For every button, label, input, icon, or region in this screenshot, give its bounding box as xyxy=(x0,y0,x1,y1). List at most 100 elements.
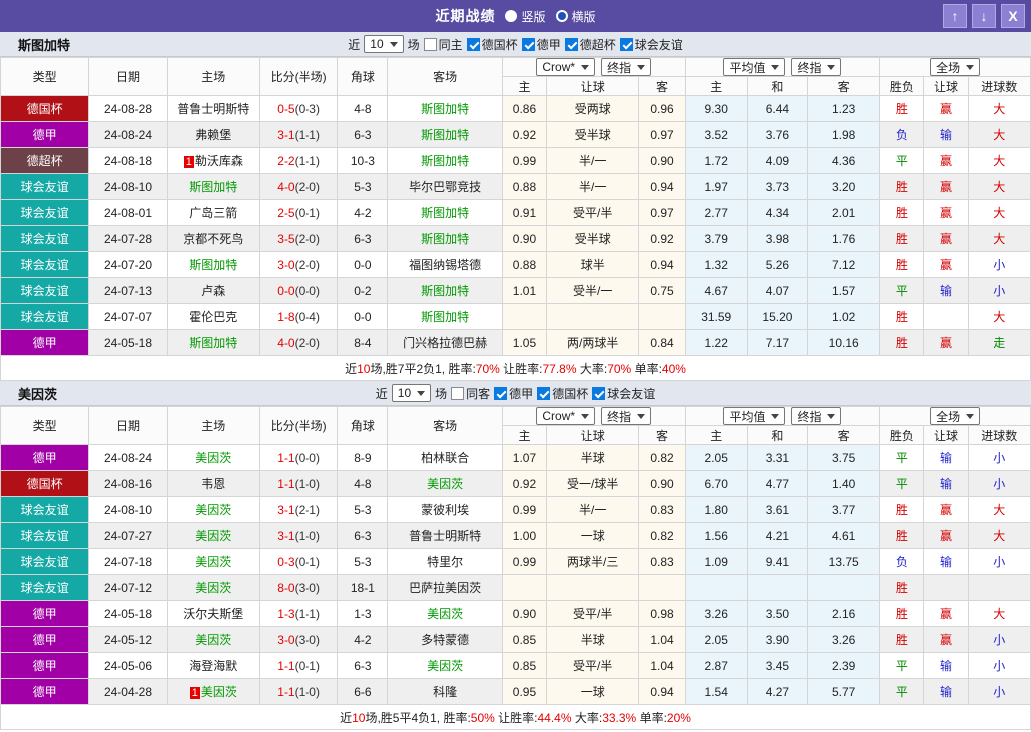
league-filter-checkbox[interactable]: 德超杯 xyxy=(565,36,616,53)
home-team[interactable]: 美因茨 xyxy=(167,627,259,653)
league-filter-checkbox[interactable]: 球会友谊 xyxy=(592,385,655,402)
away-team[interactable]: 斯图加特 xyxy=(388,148,502,174)
avg-time-select[interactable]: 终指 xyxy=(791,58,841,76)
match-row[interactable]: 德甲 24-05-06 海登海默 1-1(0-1) 6-3 美因茨 0.85 受… xyxy=(1,653,1031,679)
away-team[interactable]: 多特蒙德 xyxy=(388,627,502,653)
league-filter-checkbox[interactable]: 德甲 xyxy=(494,385,533,402)
same-venue-checkbox[interactable]: 同客 xyxy=(451,385,490,402)
match-row[interactable]: 球会友谊 24-07-28 京都不死鸟 3-5(2-0) 6-3 斯图加特 0.… xyxy=(1,226,1031,252)
home-team[interactable]: 美因茨 xyxy=(167,523,259,549)
scope-select[interactable]: 全场 xyxy=(930,407,980,425)
away-team[interactable]: 美因茨 xyxy=(388,653,502,679)
match-row[interactable]: 球会友谊 24-07-27 美因茨 3-1(1-0) 6-3 普鲁士明斯特 1.… xyxy=(1,523,1031,549)
odds-time-select[interactable]: 终指 xyxy=(601,407,651,425)
team-name: 美因茨 xyxy=(18,384,57,403)
league-filter-checkbox[interactable]: 球会友谊 xyxy=(620,36,683,53)
match-row[interactable]: 德甲 24-08-24 美因茨 1-1(0-0) 8-9 柏林联合 1.07 半… xyxy=(1,445,1031,471)
away-team[interactable]: 福图纳锡塔德 xyxy=(388,252,502,278)
match-row[interactable]: 德甲 24-04-28 1美因茨 1-1(1-0) 6-6 科隆 0.95 一球… xyxy=(1,679,1031,705)
move-up-button[interactable]: ↑ xyxy=(943,4,967,28)
away-team[interactable]: 巴萨拉美因茨 xyxy=(388,575,502,601)
home-team[interactable]: 弗赖堡 xyxy=(167,122,259,148)
away-team[interactable]: 斯图加特 xyxy=(388,226,502,252)
checkbox-icon[interactable] xyxy=(494,387,507,400)
home-team[interactable]: 美因茨 xyxy=(167,445,259,471)
odds-time-select[interactable]: 终指 xyxy=(601,58,651,76)
avg-time-select[interactable]: 终指 xyxy=(791,407,841,425)
away-team[interactable]: 斯图加特 xyxy=(388,200,502,226)
match-row[interactable]: 球会友谊 24-08-10 美因茨 3-1(2-1) 5-3 蒙彼利埃 0.99… xyxy=(1,497,1031,523)
average-select[interactable]: 平均值 xyxy=(723,58,785,76)
average-select[interactable]: 平均值 xyxy=(723,407,785,425)
checkbox-icon[interactable] xyxy=(537,387,550,400)
match-row[interactable]: 德甲 24-08-24 弗赖堡 3-1(1-1) 6-3 斯图加特 0.92 受… xyxy=(1,122,1031,148)
layout-radio-horizontal[interactable]: 横版 xyxy=(556,8,596,25)
corner-cell: 0-0 xyxy=(338,252,388,278)
odds-source-select[interactable]: Crow* xyxy=(536,58,595,76)
home-team[interactable]: 斯图加特 xyxy=(167,330,259,356)
away-team[interactable]: 门兴格拉德巴赫 xyxy=(388,330,502,356)
match-row[interactable]: 德国杯 24-08-16 韦恩 1-1(1-0) 4-8 美因茨 0.92 受一… xyxy=(1,471,1031,497)
home-team[interactable]: 美因茨 xyxy=(167,497,259,523)
checkbox-icon[interactable] xyxy=(592,387,605,400)
radio-icon[interactable] xyxy=(556,10,568,22)
match-row[interactable]: 德甲 24-05-12 美因茨 3-0(3-0) 4-2 多特蒙德 0.85 半… xyxy=(1,627,1031,653)
odds-away xyxy=(639,575,685,601)
match-row[interactable]: 球会友谊 24-07-20 斯图加特 3-0(2-0) 0-0 福图纳锡塔德 0… xyxy=(1,252,1031,278)
home-team[interactable]: 普鲁士明斯特 xyxy=(167,96,259,122)
away-team[interactable]: 美因茨 xyxy=(388,471,502,497)
league-filter-checkbox[interactable]: 德国杯 xyxy=(467,36,518,53)
match-row[interactable]: 球会友谊 24-07-07 霍伦巴克 1-8(0-4) 0-0 斯图加特 31.… xyxy=(1,304,1031,330)
away-team[interactable]: 柏林联合 xyxy=(388,445,502,471)
home-team[interactable]: 韦恩 xyxy=(167,471,259,497)
away-team[interactable]: 毕尔巴鄂竞技 xyxy=(388,174,502,200)
home-team[interactable]: 斯图加特 xyxy=(167,252,259,278)
home-team[interactable]: 卢森 xyxy=(167,278,259,304)
away-team[interactable]: 斯图加特 xyxy=(388,96,502,122)
home-team[interactable]: 霍伦巴克 xyxy=(167,304,259,330)
home-team[interactable]: 京都不死鸟 xyxy=(167,226,259,252)
league-filter-checkbox[interactable]: 德甲 xyxy=(522,36,561,53)
move-down-button[interactable]: ↓ xyxy=(972,4,996,28)
match-row[interactable]: 德甲 24-05-18 沃尔夫斯堡 1-3(1-1) 1-3 美因茨 0.90 … xyxy=(1,601,1031,627)
radio-icon[interactable] xyxy=(505,10,517,22)
away-team[interactable]: 蒙彼利埃 xyxy=(388,497,502,523)
match-row[interactable]: 德甲 24-05-18 斯图加特 4-0(2-0) 8-4 门兴格拉德巴赫 1.… xyxy=(1,330,1031,356)
match-row[interactable]: 球会友谊 24-08-10 斯图加特 4-0(2-0) 5-3 毕尔巴鄂竞技 0… xyxy=(1,174,1031,200)
scope-select[interactable]: 全场 xyxy=(930,58,980,76)
home-team[interactable]: 沃尔夫斯堡 xyxy=(167,601,259,627)
home-team[interactable]: 美因茨 xyxy=(167,549,259,575)
match-row[interactable]: 球会友谊 24-08-01 广岛三箭 2-5(0-1) 4-2 斯图加特 0.9… xyxy=(1,200,1031,226)
checkbox-icon[interactable] xyxy=(467,38,480,51)
home-team[interactable]: 海登海默 xyxy=(167,653,259,679)
away-team[interactable]: 美因茨 xyxy=(388,601,502,627)
match-row[interactable]: 德国杯 24-08-28 普鲁士明斯特 0-5(0-3) 4-8 斯图加特 0.… xyxy=(1,96,1031,122)
matches-count-select[interactable]: 10 xyxy=(364,35,403,53)
match-row[interactable]: 球会友谊 24-07-13 卢森 0-0(0-0) 0-2 斯图加特 1.01 … xyxy=(1,278,1031,304)
checkbox-icon[interactable] xyxy=(620,38,633,51)
checkbox-icon[interactable] xyxy=(565,38,578,51)
home-team[interactable]: 美因茨 xyxy=(167,575,259,601)
away-team[interactable]: 斯图加特 xyxy=(388,304,502,330)
home-team[interactable]: 广岛三箭 xyxy=(167,200,259,226)
match-row[interactable]: 德超杯 24-08-18 1勒沃库森 2-2(1-1) 10-3 斯图加特 0.… xyxy=(1,148,1031,174)
odds-source-select[interactable]: Crow* xyxy=(536,407,595,425)
away-team[interactable]: 特里尔 xyxy=(388,549,502,575)
match-row[interactable]: 球会友谊 24-07-18 美因茨 0-3(0-1) 5-3 特里尔 0.99 … xyxy=(1,549,1031,575)
layout-radio-vertical[interactable]: 竖版 xyxy=(505,8,545,25)
away-team[interactable]: 普鲁士明斯特 xyxy=(388,523,502,549)
checkbox-icon[interactable] xyxy=(451,387,464,400)
league-filter-checkbox[interactable]: 德国杯 xyxy=(537,385,588,402)
checkbox-icon[interactable] xyxy=(424,38,437,51)
home-team[interactable]: 1美因茨 xyxy=(167,679,259,705)
away-team[interactable]: 斯图加特 xyxy=(388,278,502,304)
close-button[interactable]: X xyxy=(1001,4,1025,28)
same-venue-checkbox[interactable]: 同主 xyxy=(424,36,463,53)
matches-count-select[interactable]: 10 xyxy=(392,384,431,402)
match-row[interactable]: 球会友谊 24-07-12 美因茨 8-0(3-0) 18-1 巴萨拉美因茨 胜 xyxy=(1,575,1031,601)
away-team[interactable]: 科隆 xyxy=(388,679,502,705)
home-team[interactable]: 斯图加特 xyxy=(167,174,259,200)
checkbox-icon[interactable] xyxy=(522,38,535,51)
away-team[interactable]: 斯图加特 xyxy=(388,122,502,148)
home-team[interactable]: 1勒沃库森 xyxy=(167,148,259,174)
